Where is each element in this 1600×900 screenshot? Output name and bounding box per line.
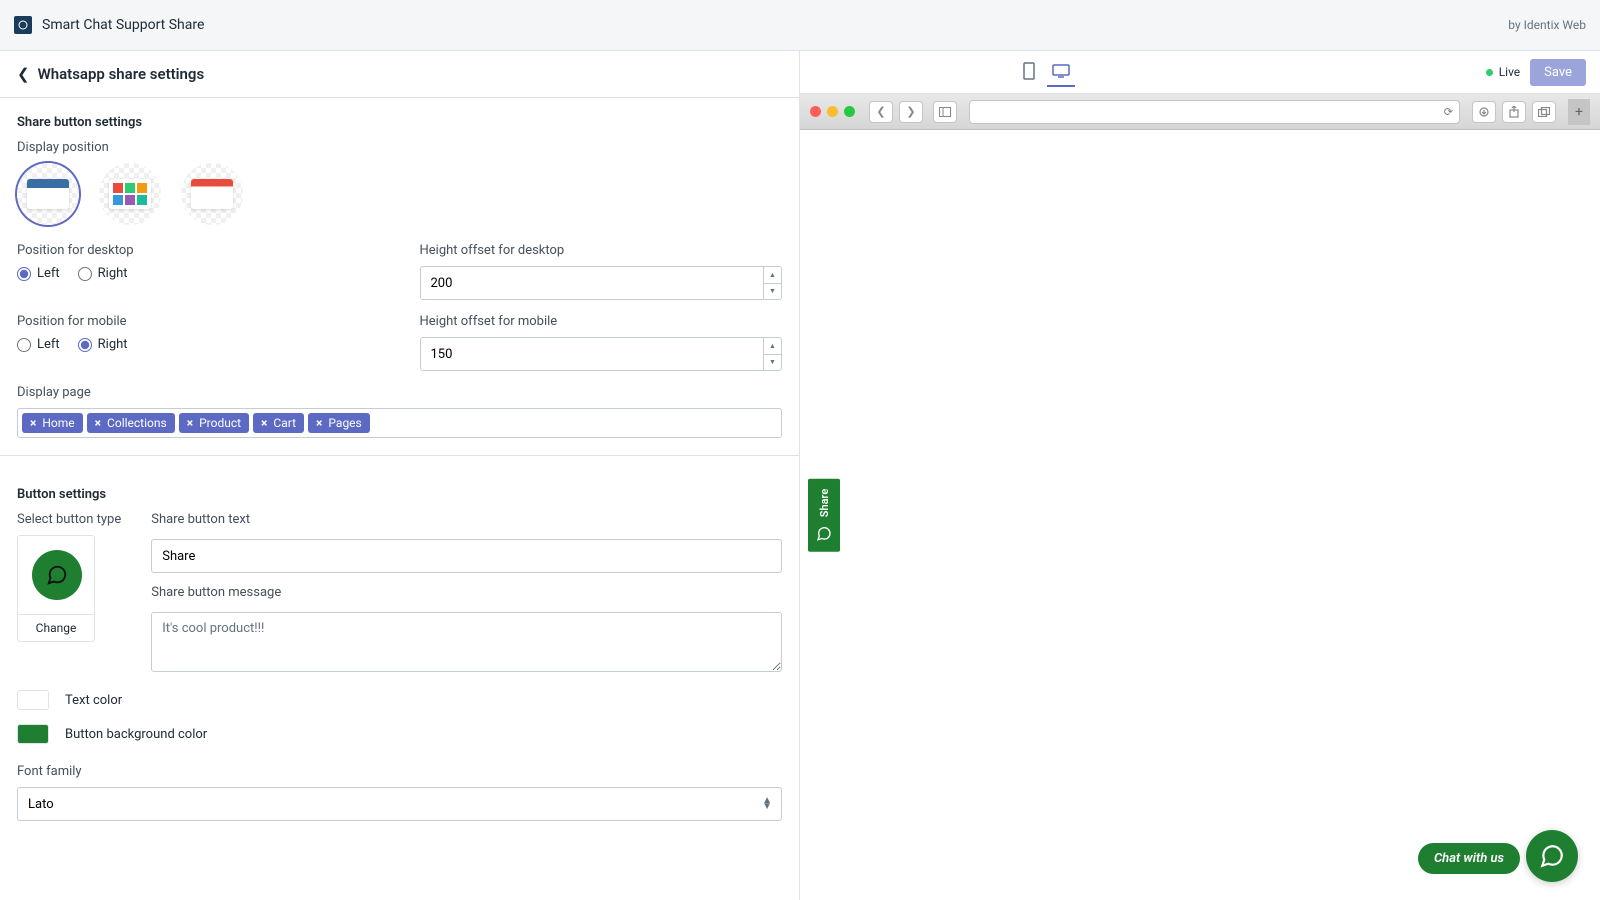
tag-pages[interactable]: × Pages (308, 413, 370, 433)
tag-remove-icon[interactable]: × (316, 416, 322, 430)
bg-color-swatch[interactable] (17, 724, 49, 744)
height-desktop-label: Height offset for desktop (420, 243, 783, 258)
device-desktop-button[interactable] (1047, 57, 1075, 87)
back-button[interactable]: ❮ (17, 65, 30, 83)
traffic-close-icon[interactable] (810, 106, 821, 117)
pos-mobile-label: Position for mobile (17, 314, 380, 329)
font-label: Font family (17, 764, 782, 779)
height-mobile-input[interactable] (420, 337, 783, 371)
spin-down-icon[interactable]: ▼ (764, 284, 781, 300)
save-button[interactable]: Save (1530, 59, 1586, 86)
download-button[interactable] (1472, 101, 1496, 123)
url-bar[interactable]: ⟳ (969, 100, 1460, 124)
section-button-title: Button settings (17, 487, 782, 502)
preview-viewport: Share Chat with us (800, 130, 1600, 900)
tag-collections[interactable]: × Collections (87, 413, 175, 433)
pos-mobile-right[interactable]: Right (78, 337, 128, 352)
position-option-1[interactable] (17, 163, 79, 225)
height-desktop-input[interactable] (420, 266, 783, 300)
whatsapp-icon (1539, 843, 1565, 869)
nav-back-button[interactable]: ❮ (869, 101, 893, 123)
chat-with-us-pill[interactable]: Chat with us (1418, 843, 1520, 874)
share-msg-label: Share button message (151, 585, 782, 600)
tabs-button[interactable] (1532, 101, 1556, 123)
spin-up-icon[interactable]: ▲ (764, 267, 781, 284)
browser-chrome: ❮ ❯ ⟳ + (800, 94, 1600, 130)
pos-desktop-left[interactable]: Left (17, 266, 60, 281)
app-title: Smart Chat Support Share (42, 17, 204, 33)
display-page-label: Display page (17, 385, 782, 400)
pos-mobile-left[interactable]: Left (17, 337, 60, 352)
select-type-label: Select button type (17, 512, 121, 527)
reload-icon[interactable]: ⟳ (1444, 105, 1453, 118)
sidebar-toggle-button[interactable] (933, 101, 957, 123)
position-option-3[interactable] (181, 163, 243, 225)
share-widget[interactable]: Share (808, 479, 840, 552)
display-page-input[interactable]: × Home× Collections× Product× Cart× Page… (17, 408, 782, 438)
pos-desktop-right[interactable]: Right (78, 266, 128, 281)
tag-remove-icon[interactable]: × (187, 416, 193, 430)
change-button[interactable]: Change (18, 614, 94, 641)
settings-pane: ❮ Whatsapp share settings Share button s… (0, 51, 800, 900)
share-msg-input[interactable] (151, 612, 782, 672)
chat-fab[interactable] (1526, 830, 1578, 882)
pos-desktop-label: Position for desktop (17, 243, 380, 258)
app-byline: by Identix Web (1508, 18, 1586, 32)
share-text-input[interactable] (151, 539, 782, 573)
device-mobile-button[interactable] (1015, 57, 1043, 87)
tag-remove-icon[interactable]: × (95, 416, 101, 430)
spin-up-icon[interactable]: ▲ (764, 338, 781, 355)
live-dot-icon (1486, 69, 1493, 76)
button-type-card[interactable]: Change (17, 535, 95, 642)
page-title: Whatsapp share settings (38, 65, 205, 83)
preview-pane: Live Save ❮ ❯ ⟳ + Share Chat with us (800, 51, 1600, 900)
app-bar: Smart Chat Support Share by Identix Web (0, 0, 1600, 51)
live-label: Live (1499, 65, 1520, 79)
spin-down-icon[interactable]: ▼ (764, 355, 781, 371)
tag-product[interactable]: × Product (179, 413, 249, 433)
bg-color-label: Button background color (65, 727, 207, 742)
share-os-button[interactable] (1502, 101, 1526, 123)
tag-home[interactable]: × Home (22, 413, 83, 433)
app-logo (14, 16, 32, 34)
tag-cart[interactable]: × Cart (253, 413, 304, 433)
share-text-label: Share button text (151, 512, 782, 527)
whatsapp-icon (816, 525, 832, 541)
tag-remove-icon[interactable]: × (30, 416, 36, 430)
traffic-max-icon[interactable] (844, 106, 855, 117)
height-mobile-label: Height offset for mobile (420, 314, 783, 329)
display-position-label: Display position (17, 140, 782, 155)
traffic-min-icon[interactable] (827, 106, 838, 117)
position-option-2[interactable] (99, 163, 161, 225)
text-color-label: Text color (65, 693, 122, 708)
font-select[interactable]: Lato (17, 787, 782, 821)
tag-remove-icon[interactable]: × (261, 416, 267, 430)
text-color-swatch[interactable] (17, 690, 49, 710)
share-widget-label: Share (818, 489, 831, 518)
whatsapp-icon (32, 550, 82, 600)
nav-forward-button[interactable]: ❯ (899, 101, 923, 123)
section-share-title: Share button settings (17, 115, 782, 130)
new-tab-button[interactable]: + (1568, 99, 1590, 125)
